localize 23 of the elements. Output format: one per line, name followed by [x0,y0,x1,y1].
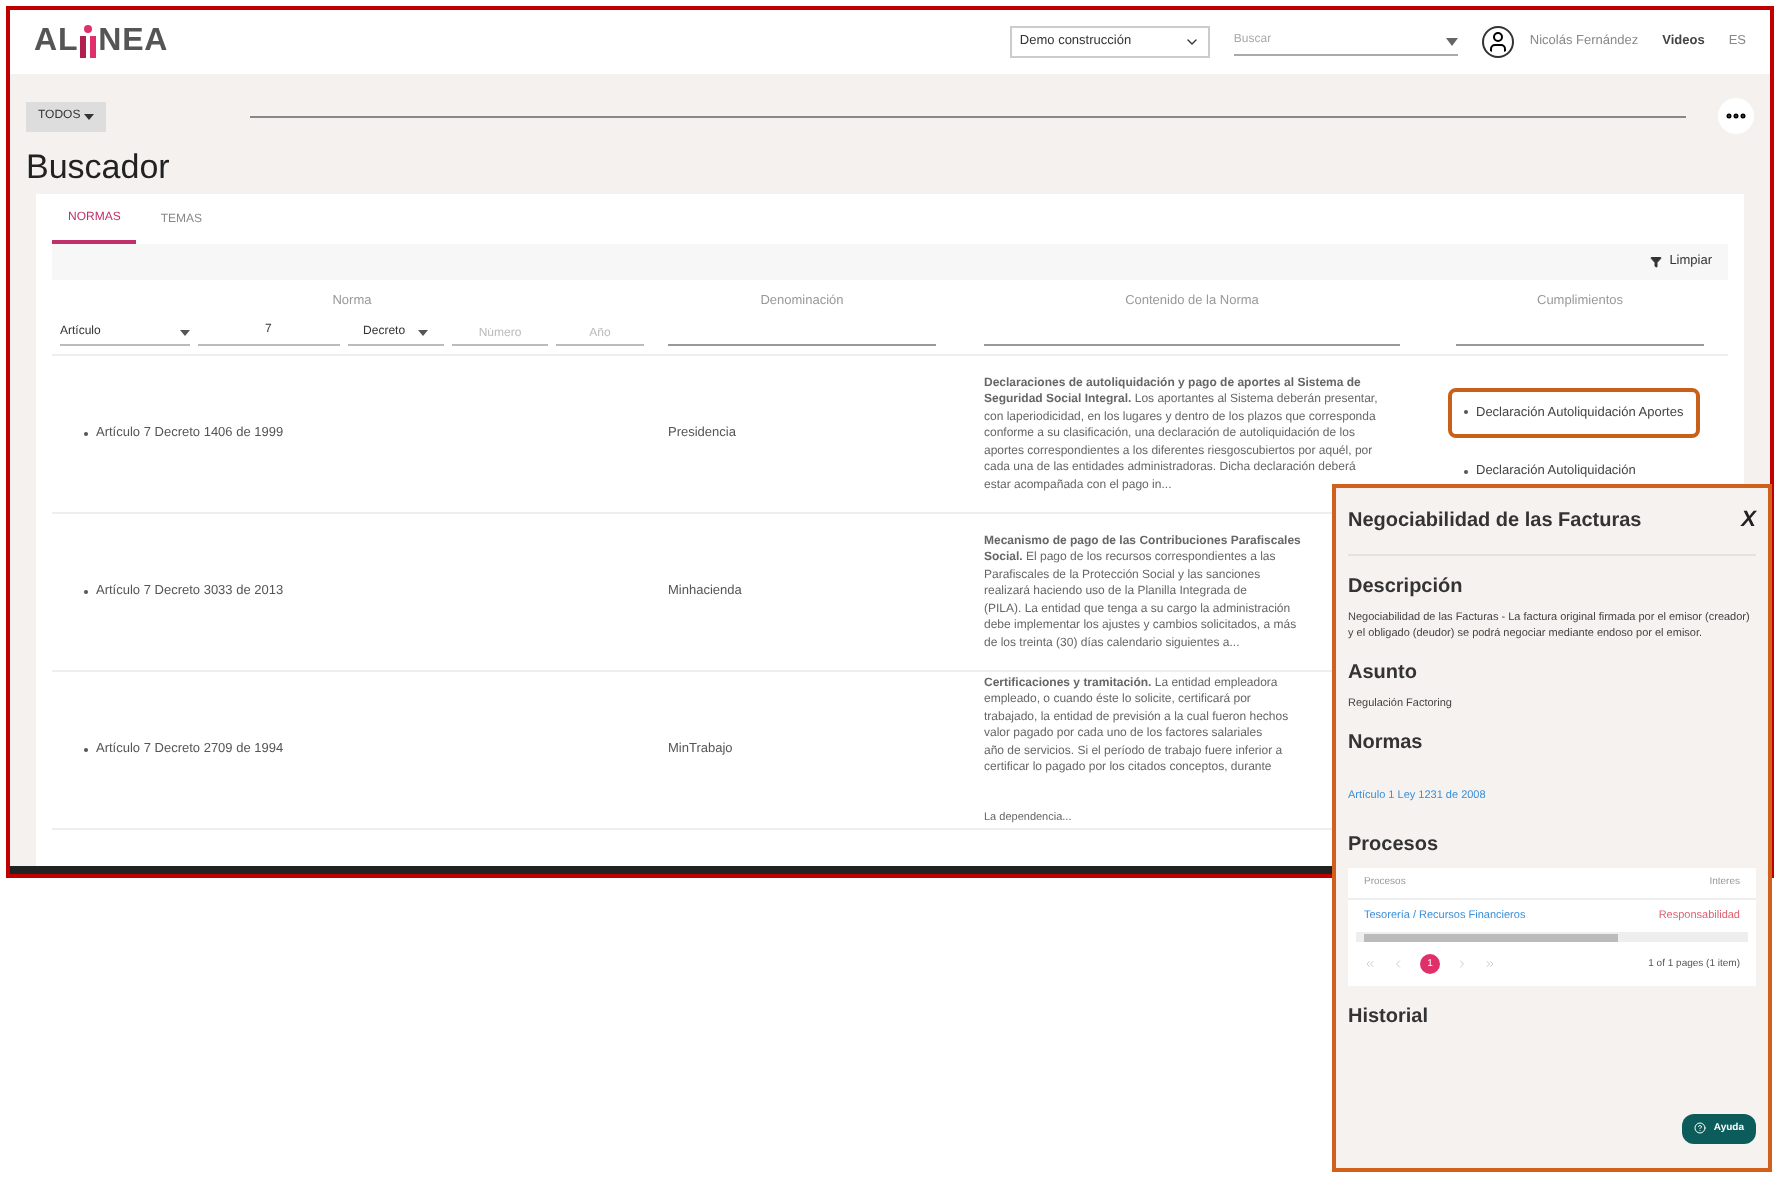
logo-text: NEA [98,22,169,62]
chevron-down-icon [1183,34,1200,50]
user-icon[interactable] [1481,26,1514,58]
first-page-icon[interactable] [1364,958,1376,971]
logo-text: AL [34,22,79,62]
last-page-icon[interactable] [1484,958,1496,971]
caret-icon [418,330,428,337]
panel-title: Negociabilidad de las Facturas [1348,507,1642,536]
section-heading: Procesos [1348,831,1441,859]
section-heading: Historial [1348,1004,1431,1033]
section-heading: Descripción [1348,573,1465,601]
caret-icon [1445,37,1458,45]
section-heading: Normas [1348,729,1425,757]
scrollbar[interactable] [1356,932,1748,943]
section-heading: Asunto [1348,659,1419,687]
filter-icon [1649,255,1662,267]
caret-icon [179,330,190,337]
page-title: Buscador [24,146,172,190]
help-icon [1693,1122,1706,1135]
caret-icon [84,113,95,119]
logo-figure-icon [78,24,99,60]
more-button[interactable] [1718,98,1754,134]
close-button[interactable]: X [1741,504,1756,537]
